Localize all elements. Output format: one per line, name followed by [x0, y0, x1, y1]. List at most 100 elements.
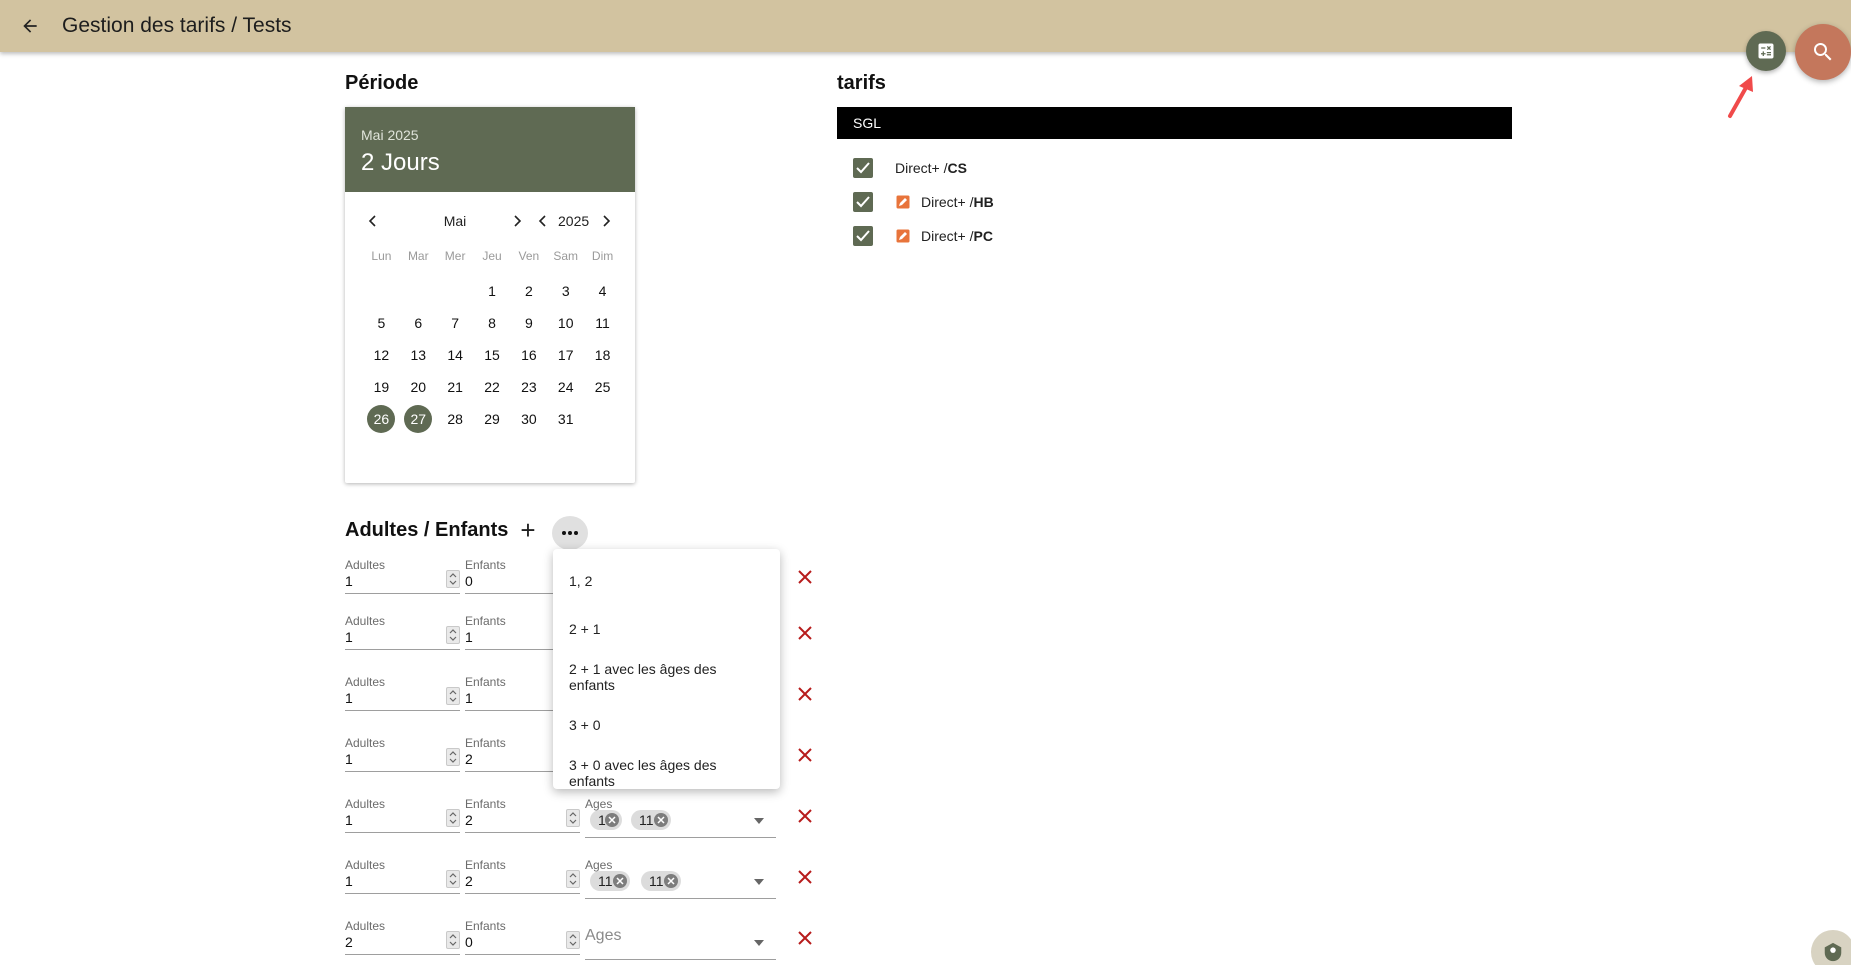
- calendar-day[interactable]: 8: [474, 307, 511, 339]
- adults-spinner[interactable]: [446, 570, 460, 588]
- age-chip: 11: [641, 871, 681, 891]
- weekday-label: Jeu: [482, 249, 502, 263]
- back-arrow-icon[interactable]: [14, 10, 46, 42]
- preset-menu-item[interactable]: 2 + 1 avec les âges des enfants: [553, 653, 780, 701]
- calendar-day[interactable]: 21: [437, 371, 474, 403]
- calendar-day[interactable]: 20: [400, 371, 437, 403]
- day-number: 5: [377, 315, 386, 331]
- calendar-day[interactable]: 9: [510, 307, 547, 339]
- adults-input[interactable]: Adultes 1: [345, 675, 460, 711]
- next-month-icon[interactable]: [511, 213, 523, 232]
- preset-menu-item[interactable]: 1, 2: [553, 557, 780, 605]
- adults-spinner[interactable]: [446, 626, 460, 644]
- children-spinner[interactable]: [566, 870, 580, 888]
- calendar-day[interactable]: 1: [474, 275, 511, 307]
- delete-row-icon[interactable]: [794, 622, 816, 644]
- page-title: Gestion des tarifs / Tests: [62, 14, 292, 37]
- ages-select[interactable]: Ages 1 11: [585, 797, 776, 838]
- children-input[interactable]: Enfants 0: [465, 919, 580, 955]
- dropdown-arrow-icon[interactable]: [754, 872, 764, 890]
- calendar-day[interactable]: 15: [474, 339, 511, 371]
- adults-spinner[interactable]: [446, 931, 460, 949]
- weekday-label: Ven: [518, 249, 540, 263]
- delete-row-icon[interactable]: [794, 805, 816, 827]
- remove-chip-icon[interactable]: [613, 874, 627, 888]
- calendar-day[interactable]: 2: [510, 275, 547, 307]
- calendar-day-selected[interactable]: 26: [363, 403, 400, 435]
- delete-row-icon[interactable]: [794, 744, 816, 766]
- age-chip: 11: [631, 810, 671, 830]
- edit-icon[interactable]: [895, 194, 911, 210]
- calendar-day[interactable]: 5: [363, 307, 400, 339]
- calendar-day[interactable]: 29: [474, 403, 511, 435]
- calendar-day[interactable]: 30: [510, 403, 547, 435]
- more-options-button[interactable]: [552, 516, 588, 550]
- ages-select[interactable]: Ages 11 11: [585, 858, 776, 899]
- children-spinner[interactable]: [566, 809, 580, 827]
- remove-chip-icon[interactable]: [664, 874, 678, 888]
- weekday-label: Mar: [407, 249, 429, 263]
- tarif-checkbox[interactable]: [853, 192, 873, 212]
- day-number: 28: [447, 411, 463, 427]
- adults-input[interactable]: Adultes 1: [345, 614, 460, 650]
- delete-row-icon[interactable]: [794, 927, 816, 949]
- delete-row-icon[interactable]: [794, 866, 816, 888]
- calendar-day[interactable]: 23: [510, 371, 547, 403]
- add-occupancy-button[interactable]: +: [515, 516, 541, 546]
- remove-chip-icon[interactable]: [654, 813, 668, 827]
- calendar-day[interactable]: 24: [547, 371, 584, 403]
- calendar-month-label[interactable]: Mai: [435, 213, 475, 229]
- calendar-day[interactable]: 28: [437, 403, 474, 435]
- calendar-day[interactable]: 16: [510, 339, 547, 371]
- calendar-day[interactable]: 13: [400, 339, 437, 371]
- calendar-day[interactable]: 10: [547, 307, 584, 339]
- calendar-day[interactable]: 14: [437, 339, 474, 371]
- day-grid: 1 2 3 4 5 6 7 8 9 10 11 12 13 14 15 16 17 18 19 20 21 22 23 24 2…: [363, 275, 621, 435]
- calendar-day[interactable]: 31: [547, 403, 584, 435]
- calendar-day[interactable]: 22: [474, 371, 511, 403]
- help-icon[interactable]: [1811, 930, 1851, 965]
- dropdown-arrow-icon[interactable]: [754, 811, 764, 829]
- children-input[interactable]: Enfants 2: [465, 797, 580, 833]
- adults-spinner[interactable]: [446, 809, 460, 827]
- adults-input[interactable]: Adultes 1: [345, 797, 460, 833]
- calendar-day[interactable]: 19: [363, 371, 400, 403]
- edit-icon[interactable]: [895, 228, 911, 244]
- day-number: 17: [557, 347, 574, 363]
- adults-input[interactable]: Adultes 1: [345, 736, 460, 772]
- children-input[interactable]: Enfants 2: [465, 858, 580, 894]
- next-year-icon[interactable]: [600, 213, 612, 232]
- adults-input[interactable]: Adultes 1: [345, 558, 460, 594]
- adults-spinner[interactable]: [446, 687, 460, 705]
- calendar-day[interactable]: 25: [584, 371, 621, 403]
- delete-row-icon[interactable]: [794, 566, 816, 588]
- prev-year-icon[interactable]: [537, 213, 549, 232]
- tarif-checkbox[interactable]: [853, 158, 873, 178]
- tarif-checkbox[interactable]: [853, 226, 873, 246]
- calendar-day[interactable]: 11: [584, 307, 621, 339]
- calendar-day[interactable]: 12: [363, 339, 400, 371]
- search-button[interactable]: [1795, 24, 1851, 80]
- calendar-day[interactable]: 17: [547, 339, 584, 371]
- calendar-day[interactable]: 6: [400, 307, 437, 339]
- calendar-day[interactable]: 3: [547, 275, 584, 307]
- adults-input[interactable]: Adultes 1: [345, 858, 460, 894]
- calculator-icon[interactable]: [1746, 31, 1786, 71]
- adults-spinner[interactable]: [446, 748, 460, 766]
- dropdown-arrow-icon[interactable]: [754, 933, 764, 951]
- children-spinner[interactable]: [566, 931, 580, 949]
- preset-menu-item[interactable]: 2 + 1: [553, 605, 780, 653]
- calendar-day[interactable]: 4: [584, 275, 621, 307]
- preset-menu-item[interactable]: 3 + 0: [553, 701, 780, 749]
- preset-menu-item[interactable]: 3 + 0 avec les âges des enfants: [553, 749, 780, 797]
- calendar-day[interactable]: 7: [437, 307, 474, 339]
- delete-row-icon[interactable]: [794, 683, 816, 705]
- remove-chip-icon[interactable]: [605, 813, 619, 827]
- calendar-day-selected[interactable]: 27: [400, 403, 437, 435]
- adults-spinner[interactable]: [446, 870, 460, 888]
- calendar-day[interactable]: 18: [584, 339, 621, 371]
- prev-month-icon[interactable]: [367, 213, 379, 232]
- calendar-year-label[interactable]: 2025: [558, 213, 589, 229]
- ages-select[interactable]: Ages: [585, 919, 776, 960]
- adults-input[interactable]: Adultes 2: [345, 919, 460, 955]
